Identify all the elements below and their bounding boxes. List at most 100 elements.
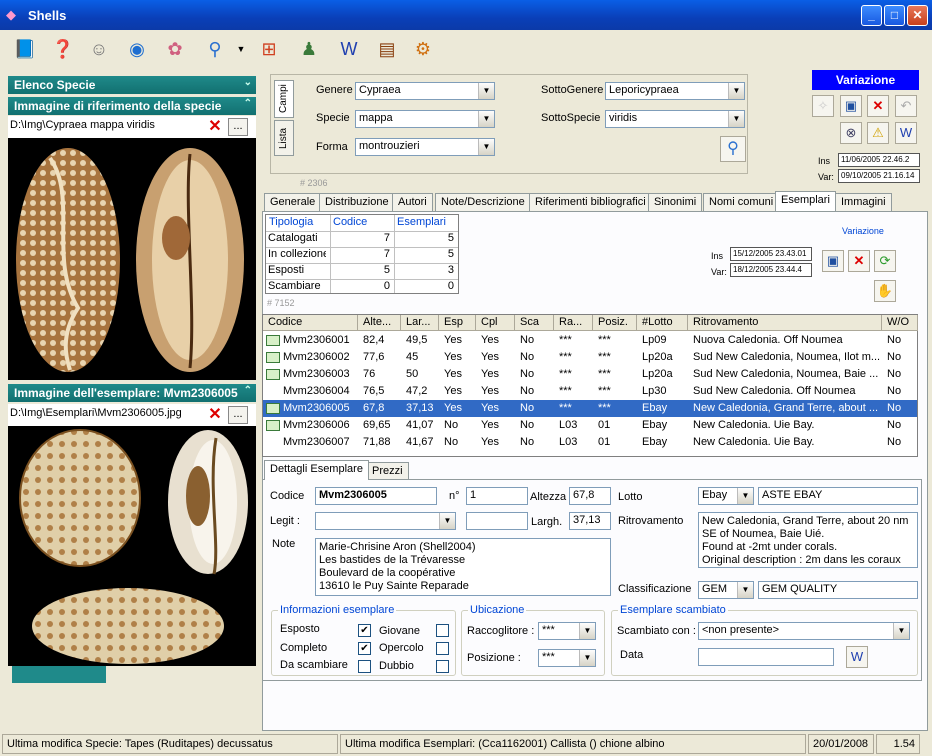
- search-icon[interactable]: ⚲: [200, 34, 230, 64]
- largh-field[interactable]: 37,13: [569, 512, 611, 530]
- classificazione-combo[interactable]: GEM ▼: [698, 581, 754, 599]
- scambiato-con-combo[interactable]: <non presente> ▼: [698, 622, 910, 640]
- specimen-image-header[interactable]: Immagine dell'esemplare: Mvm2306005 ⌃: [8, 384, 256, 402]
- help-icon[interactable]: ❓: [48, 34, 78, 64]
- book-icon[interactable]: 📘: [10, 34, 40, 64]
- column-header[interactable]: Ra...: [554, 315, 593, 331]
- table-row[interactable]: Mvm2306003 76 50 Yes Yes No *** *** Lp20a Sud New…: [263, 366, 917, 383]
- shell-icon[interactable]: ✿: [160, 34, 190, 64]
- tab-esemplari[interactable]: Esemplari: [775, 191, 836, 211]
- tab-note-descrizione[interactable]: Note/Descrizione: [435, 193, 531, 211]
- genere-combo[interactable]: Cypraea ▼: [355, 82, 495, 100]
- binoculars-icon[interactable]: ⊗: [840, 122, 862, 144]
- tab-generale[interactable]: Generale: [264, 193, 322, 211]
- giovane-checkbox[interactable]: [436, 624, 449, 637]
- altezza-field[interactable]: 67,8: [569, 487, 611, 505]
- new-icon[interactable]: ✧: [812, 95, 834, 117]
- delete-icon[interactable]: ✕: [848, 250, 870, 272]
- delete-icon[interactable]: ✕: [206, 118, 224, 136]
- delete-icon[interactable]: ✕: [867, 95, 889, 117]
- forma-combo[interactable]: montrouzieri ▼: [355, 138, 495, 156]
- column-header[interactable]: #Lotto: [637, 315, 688, 331]
- chevron-down-icon[interactable]: ▼: [234, 34, 248, 64]
- table-row[interactable]: Mvm2306005 67,8 37,13 Yes Yes No *** *** Ebay New…: [263, 400, 917, 417]
- windows-icon[interactable]: ⊞: [254, 34, 284, 64]
- classificazione-description[interactable]: GEM QUALITY: [758, 581, 918, 599]
- completo-checkbox[interactable]: ✔: [358, 642, 371, 655]
- table-row[interactable]: Mvm2306006 69,65 41,07 No Yes No L03 01 Ebay New …: [263, 417, 917, 434]
- warning-icon[interactable]: ⚠: [867, 122, 889, 144]
- books-icon[interactable]: ▤: [372, 34, 402, 64]
- save-icon[interactable]: ▣: [822, 250, 844, 272]
- maximize-button[interactable]: □: [884, 5, 905, 26]
- tab-campi[interactable]: Campi: [274, 80, 294, 118]
- legit-combo[interactable]: ▼: [315, 512, 456, 530]
- lotto-description[interactable]: ASTE EBAY: [758, 487, 918, 505]
- raccoglitore-combo[interactable]: *** ▼: [538, 622, 596, 640]
- chevron-down-icon[interactable]: ▼: [478, 83, 494, 99]
- tab-immagini[interactable]: Immagini: [835, 193, 892, 211]
- opercolo-checkbox[interactable]: [436, 642, 449, 655]
- da-scambiare-checkbox[interactable]: [358, 660, 371, 673]
- tab-nomi-comuni[interactable]: Nomi comuni: [703, 193, 780, 211]
- chevron-down-icon[interactable]: ▼: [579, 623, 595, 639]
- column-header[interactable]: Alte...: [358, 315, 401, 331]
- esposto-checkbox[interactable]: ✔: [358, 624, 371, 637]
- handshake-icon[interactable]: ✋: [874, 280, 896, 302]
- table-row[interactable]: Mvm2306007 71,88 41,67 No Yes No L03 01 Ebay New …: [263, 434, 917, 451]
- gear-icon[interactable]: ⚙: [408, 34, 438, 64]
- chevron-down-icon[interactable]: ▼: [737, 488, 753, 504]
- column-header[interactable]: W/O: [882, 315, 918, 331]
- save-icon[interactable]: ▣: [840, 95, 862, 117]
- n-field[interactable]: 1: [466, 487, 528, 505]
- globe-icon[interactable]: ◉: [122, 34, 152, 64]
- chevron-down-icon[interactable]: ▼: [728, 111, 744, 127]
- word-icon[interactable]: W: [846, 646, 868, 668]
- chevron-down-icon[interactable]: ▼: [579, 650, 595, 666]
- scroll-strip[interactable]: [12, 666, 106, 683]
- tab-distribuzione[interactable]: Distribuzione: [319, 193, 395, 211]
- reference-image-header[interactable]: Immagine di riferimento della specie ⌃: [8, 97, 256, 115]
- column-header[interactable]: Lar...: [401, 315, 439, 331]
- tab-lista[interactable]: Lista: [274, 120, 294, 156]
- chevron-down-icon[interactable]: ▼: [737, 582, 753, 598]
- column-header[interactable]: Posiz.: [593, 315, 637, 331]
- refresh-icon[interactable]: ⟳: [874, 250, 896, 272]
- chevron-down-icon[interactable]: ▼: [478, 139, 494, 155]
- tab-riferimenti[interactable]: Riferimenti bibliografici: [529, 193, 652, 211]
- column-header[interactable]: Sca: [515, 315, 554, 331]
- column-header[interactable]: Ritrovamento: [688, 315, 882, 331]
- undo-icon[interactable]: ↶: [895, 95, 917, 117]
- search-icon[interactable]: ⚲: [720, 136, 746, 162]
- column-header[interactable]: Cpl: [476, 315, 515, 331]
- browse-button[interactable]: ...: [228, 406, 248, 424]
- specie-combo[interactable]: mappa ▼: [355, 110, 495, 128]
- collapse-icon[interactable]: ⌃: [244, 98, 252, 109]
- column-header[interactable]: Codice: [263, 315, 358, 331]
- lotto-combo[interactable]: Ebay ▼: [698, 487, 754, 505]
- chevron-down-icon[interactable]: ▼: [728, 83, 744, 99]
- chevron-down-icon[interactable]: ▼: [893, 623, 909, 639]
- note-textarea[interactable]: Marie-Chrisine Aron (Shell2004) Les bast…: [315, 538, 611, 596]
- word-icon[interactable]: W: [895, 122, 917, 144]
- tab-sinonimi[interactable]: Sinonimi: [648, 193, 703, 211]
- ritrovamento-textarea[interactable]: New Caledonia, Grand Terre, about 20 nm …: [698, 512, 918, 568]
- browse-button[interactable]: ...: [228, 118, 248, 136]
- word-icon[interactable]: W: [334, 34, 364, 64]
- close-button[interactable]: ✕: [907, 5, 928, 26]
- chevron-down-icon[interactable]: ▼: [439, 513, 455, 529]
- legit-extra-field[interactable]: [466, 512, 528, 530]
- table-row[interactable]: Mvm2306001 82,4 49,5 Yes Yes No *** *** Lp09 Nuov…: [263, 332, 917, 349]
- delete-icon[interactable]: ✕: [206, 406, 224, 424]
- data-field[interactable]: [698, 648, 834, 666]
- sottospecie-combo[interactable]: viridis ▼: [605, 110, 745, 128]
- tab-dettagli-esemplare[interactable]: Dettagli Esemplare: [264, 460, 369, 480]
- column-header[interactable]: Esp: [439, 315, 476, 331]
- expand-icon[interactable]: ⌄: [244, 77, 252, 88]
- tab-prezzi[interactable]: Prezzi: [366, 462, 409, 480]
- table-row[interactable]: Mvm2306004 76,5 47,2 Yes Yes No *** *** Lp30 Sud …: [263, 383, 917, 400]
- person-icon[interactable]: ☺: [84, 34, 114, 64]
- species-list-header[interactable]: Elenco Specie ⌄: [8, 76, 256, 94]
- chevron-down-icon[interactable]: ▼: [478, 111, 494, 127]
- collapse-icon[interactable]: ⌃: [244, 385, 252, 396]
